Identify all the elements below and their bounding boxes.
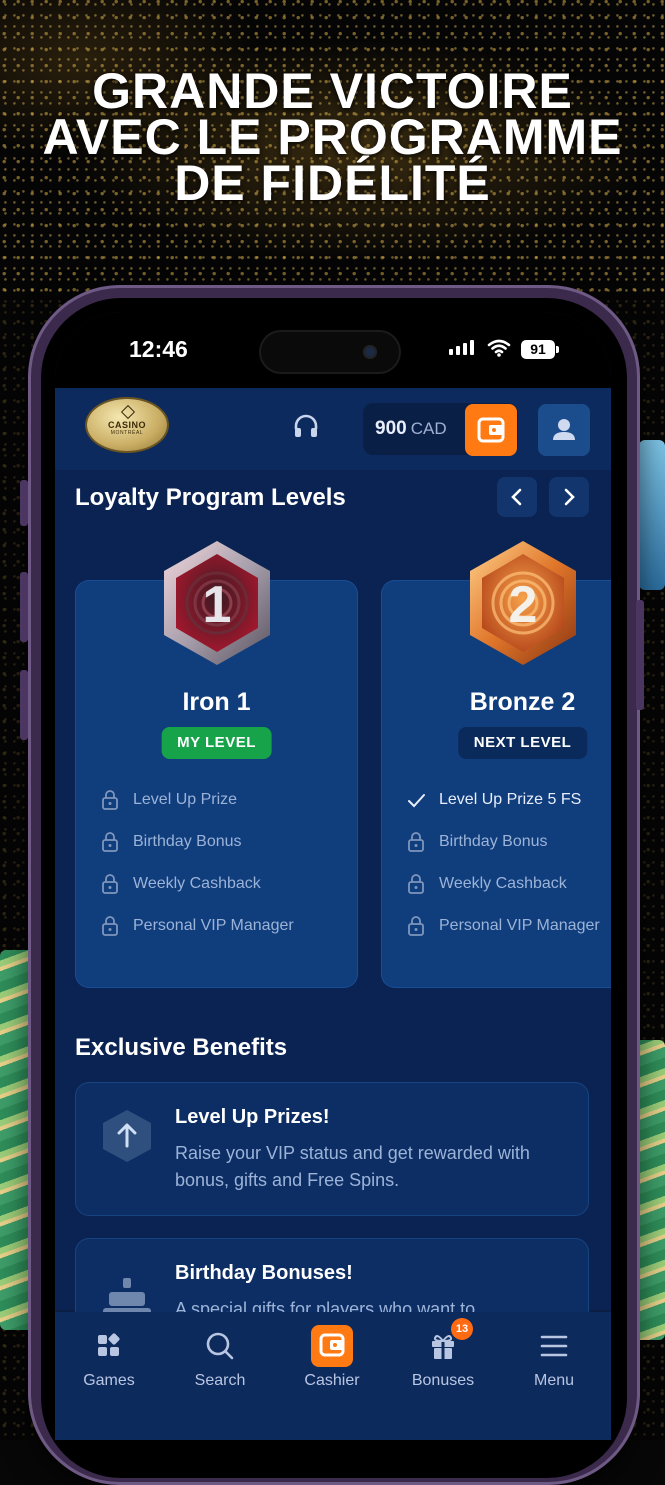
my-level-badge: MY LEVEL [161,727,272,759]
casino-logo[interactable]: CASINO MONTRÉAL [87,399,167,451]
perk-label: Weekly Cashback [133,875,261,892]
benefits-section-title: Exclusive Benefits [75,1034,288,1061]
deposit-wallet-button[interactable] [465,404,517,456]
promo-headline: GRANDE VICTOIRE AVEC LE PROGRAMME DE FID… [0,63,665,211]
level-name: Iron 1 [182,688,251,716]
wallet-icon [477,417,505,443]
logo-diamond-icon [120,404,136,420]
loyalty-section-title: Loyalty Program Levels [75,484,346,511]
perk-label: Birthday Bonus [439,833,548,850]
perk-label: Birthday Bonus [133,833,242,850]
logo-text: CASINO [107,420,146,430]
benefit-card-level-up[interactable]: Level Up Prizes! Raise your VIP status a… [75,1082,589,1216]
benefit-title: Birthday Bonuses! [175,1262,353,1284]
perk-item: Personal VIP Manager [407,916,600,936]
bronze-level-badge-icon: 2 [470,541,576,665]
phone-action-button [20,480,28,526]
benefit-title: Level Up Prizes! [175,1106,330,1128]
tab-search[interactable]: Search [170,1326,270,1390]
perk-item: Birthday Bonus [101,832,242,852]
dynamic-island [261,332,399,372]
balance-currency: CAD [410,419,447,438]
wallet-icon [311,1325,353,1367]
chevron-left-icon [511,488,522,506]
status-time: 12:46 [129,336,188,362]
perk-label: Level Up Prize 5 FS [439,791,582,808]
menu-icon [540,1335,568,1357]
tab-label: Search [194,1372,246,1389]
bottom-navigation: Games Search Cashier 13 Bonuses Menu [55,1312,611,1440]
phone-volume-up [20,572,28,642]
tab-label: Menu [533,1372,575,1389]
phone-volume-down [20,670,28,740]
tab-label: Games [83,1372,135,1389]
camera-icon [363,345,377,359]
games-icon [98,1333,120,1356]
carousel-next-button[interactable] [549,477,589,517]
chevron-right-icon [564,488,575,506]
perk-item: Personal VIP Manager [101,916,294,936]
tab-cashier[interactable]: Cashier [282,1325,382,1390]
logo-subtext: MONTRÉAL [110,430,144,436]
balance-amount: 900 CAD [375,418,447,439]
perk-item: Level Up Prize 5 FS [407,790,581,810]
level-name: Bronze 2 [469,688,576,716]
lock-icon [102,916,118,936]
perk-item: Birthday Bonus [407,832,548,852]
iron-level-badge-icon: 1 [164,541,270,665]
lock-icon [408,832,424,852]
next-level-badge: NEXT LEVEL [457,727,588,759]
benefit-description: Raise your VIP status and get rewarded w… [175,1143,530,1190]
status-bar: 12:46 91 [55,312,611,388]
perk-item: Weekly Cashback [101,874,261,894]
perk-item: Level Up Prize [101,790,237,810]
search-icon [206,1332,234,1360]
tab-games[interactable]: Games [59,1326,159,1390]
support-headset-icon[interactable] [292,413,320,441]
battery-icon: 91 [521,340,559,359]
perk-label: Personal VIP Manager [439,917,600,934]
perk-label: Personal VIP Manager [133,917,294,934]
app-header: CASINO MONTRÉAL 900 CAD [55,388,611,470]
signal-icon [449,340,474,355]
wifi-icon [487,339,511,357]
phone-screen: 12:46 91 CASINO MONTRÉAL 900 CAD Loyalty… [55,312,611,1440]
tab-menu[interactable]: Menu [504,1326,604,1390]
decor-right-top [639,440,665,590]
headline-line-3: DE FIDÉLITÉ [174,155,491,211]
profile-button[interactable] [538,404,590,456]
lock-icon [102,874,118,894]
arrow-up-hexagon-icon [103,1110,151,1162]
level-card-bronze[interactable]: 2 Bronze 2 NEXT LEVEL Level Up Prize 5 F… [381,541,611,988]
tab-label: Bonuses [411,1372,475,1389]
bonuses-count-badge: 13 [451,1318,473,1340]
level-card-iron[interactable]: 1 Iron 1 MY LEVEL Level Up Prize Birthda… [75,541,358,988]
perk-label: Weekly Cashback [439,875,567,892]
headline-line-2: AVEC LE PROGRAMME [42,109,623,165]
perk-item: Weekly Cashback [407,874,567,894]
svg-text:2: 2 [509,576,538,634]
tab-label: Cashier [304,1372,360,1389]
headline-line-1: GRANDE VICTOIRE [92,63,573,119]
checkmark-icon [408,794,425,808]
lock-icon [408,916,424,936]
tab-bonuses[interactable]: 13 Bonuses [393,1318,493,1390]
carousel-prev-button[interactable] [497,477,537,517]
lock-icon [102,790,118,810]
svg-text:1: 1 [203,576,232,634]
phone-power-button [636,600,644,710]
perk-label: Level Up Prize [133,791,238,808]
user-icon [553,419,575,440]
lock-icon [408,874,424,894]
lock-icon [102,832,118,852]
